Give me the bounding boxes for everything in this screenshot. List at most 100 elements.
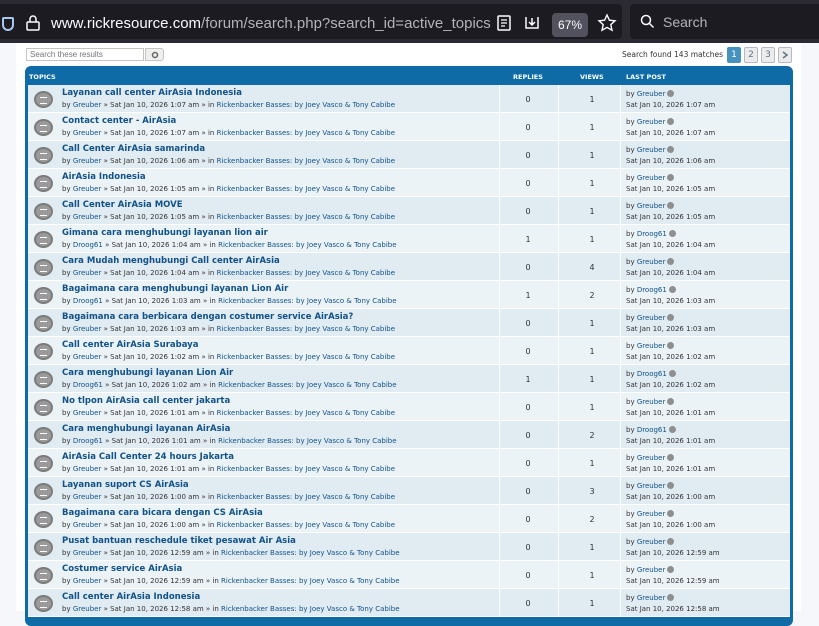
last-post-author-link[interactable]: Droog61 — [637, 370, 667, 378]
last-post-author-link[interactable]: Greuber — [637, 454, 666, 462]
save-to-pocket-icon[interactable] — [522, 13, 542, 33]
goto-last-post-icon[interactable] — [667, 566, 675, 573]
topic-title-link[interactable]: Bagaimana cara bicara dengan CS AirAsia — [62, 508, 263, 518]
topic-author-link[interactable]: Greuber — [73, 493, 102, 501]
last-post-author-link[interactable]: Greuber — [637, 174, 666, 182]
last-post-author-link[interactable]: Greuber — [637, 398, 666, 406]
last-post-author-link[interactable]: Greuber — [637, 146, 666, 154]
topic-author-link[interactable]: Greuber — [73, 129, 102, 137]
page-2-button[interactable]: 2 — [744, 47, 758, 63]
goto-last-post-icon[interactable] — [668, 230, 676, 237]
topic-author-link[interactable]: Greuber — [73, 101, 102, 109]
last-post-author-link[interactable]: Greuber — [637, 314, 666, 322]
topic-title-link[interactable]: Call Center AirAsia MOVE — [62, 200, 183, 210]
search-settings-button[interactable] — [145, 48, 164, 61]
topic-forum-link[interactable]: Rickenbacker Basses: by Joey Vasco & Ton… — [221, 549, 399, 557]
topic-forum-link[interactable]: Rickenbacker Basses: by Joey Vasco & Ton… — [217, 493, 395, 501]
goto-last-post-icon[interactable] — [668, 426, 676, 433]
last-post-author-link[interactable]: Greuber — [637, 482, 666, 490]
topic-forum-link[interactable]: Rickenbacker Basses: by Joey Vasco & Ton… — [217, 353, 395, 361]
topic-title-link[interactable]: AirAsia Call Center 24 hours Jakarta — [62, 452, 234, 462]
topic-title-link[interactable]: Call center AirAsia Indonesia — [62, 592, 200, 602]
topic-author-link[interactable]: Greuber — [73, 353, 102, 361]
topic-author-link[interactable]: Greuber — [73, 213, 102, 221]
goto-last-post-icon[interactable] — [667, 146, 675, 153]
topic-title-link[interactable]: Pusat bantuan reschedule tiket pesawat A… — [62, 536, 296, 546]
topic-title-link[interactable]: Costumer service AirAsia — [62, 564, 182, 574]
topic-forum-link[interactable]: Rickenbacker Basses: by Joey Vasco & Ton… — [221, 577, 399, 585]
topic-author-link[interactable]: Greuber — [73, 157, 102, 165]
goto-last-post-icon[interactable] — [667, 398, 675, 405]
topic-forum-link[interactable]: Rickenbacker Basses: by Joey Vasco & Ton… — [218, 381, 396, 389]
topic-title-link[interactable]: No tlpon AirAsia call center jakarta — [62, 396, 230, 406]
topic-forum-link[interactable]: Rickenbacker Basses: by Joey Vasco & Ton… — [218, 437, 396, 445]
last-post-author-link[interactable]: Greuber — [637, 538, 666, 546]
topic-forum-link[interactable]: Rickenbacker Basses: by Joey Vasco & Ton… — [221, 605, 399, 613]
topic-title-link[interactable]: Layanan suport CS AirAsia — [62, 480, 189, 490]
zoom-level[interactable]: 67% — [552, 13, 588, 37]
topic-title-link[interactable]: Contact center - AirAsia — [62, 116, 176, 126]
topic-forum-link[interactable]: Rickenbacker Basses: by Joey Vasco & Ton… — [217, 269, 395, 277]
topic-forum-link[interactable]: Rickenbacker Basses: by Joey Vasco & Ton… — [217, 129, 395, 137]
goto-last-post-icon[interactable] — [668, 286, 676, 293]
topic-author-link[interactable]: Greuber — [73, 577, 102, 585]
goto-last-post-icon[interactable] — [667, 594, 675, 601]
last-post-author-link[interactable]: Greuber — [637, 510, 666, 518]
goto-last-post-icon[interactable] — [667, 482, 675, 489]
topic-forum-link[interactable]: Rickenbacker Basses: by Joey Vasco & Ton… — [217, 409, 395, 417]
topic-forum-link[interactable]: Rickenbacker Basses: by Joey Vasco & Ton… — [217, 157, 395, 165]
goto-last-post-icon[interactable] — [667, 90, 675, 97]
goto-last-post-icon[interactable] — [667, 538, 675, 545]
browser-search-bar[interactable]: Search — [630, 4, 819, 39]
topic-author-link[interactable]: Droog61 — [73, 297, 103, 305]
topic-title-link[interactable]: Cara menghubungi layanan AirAsia — [62, 424, 230, 434]
next-page-button[interactable] — [778, 47, 792, 63]
last-post-author-link[interactable]: Droog61 — [637, 286, 667, 294]
topic-forum-link[interactable]: Rickenbacker Basses: by Joey Vasco & Ton… — [217, 213, 395, 221]
last-post-author-link[interactable]: Greuber — [637, 118, 666, 126]
goto-last-post-icon[interactable] — [667, 118, 675, 125]
last-post-author-link[interactable]: Droog61 — [637, 426, 667, 434]
goto-last-post-icon[interactable] — [667, 202, 675, 209]
search-results-input[interactable] — [26, 48, 144, 61]
shield-icon[interactable] — [2, 17, 14, 31]
topic-forum-link[interactable]: Rickenbacker Basses: by Joey Vasco & Ton… — [217, 521, 395, 529]
goto-last-post-icon[interactable] — [667, 454, 675, 461]
last-post-author-link[interactable]: Greuber — [637, 90, 666, 98]
goto-last-post-icon[interactable] — [667, 258, 675, 265]
goto-last-post-icon[interactable] — [667, 314, 675, 321]
goto-last-post-icon[interactable] — [667, 510, 675, 517]
last-post-author-link[interactable]: Greuber — [637, 202, 666, 210]
topic-author-link[interactable]: Greuber — [73, 325, 102, 333]
reader-view-icon[interactable] — [494, 13, 514, 33]
topic-title-link[interactable]: AirAsia Indonesia — [62, 172, 146, 182]
topic-author-link[interactable]: Greuber — [73, 465, 102, 473]
topic-forum-link[interactable]: Rickenbacker Basses: by Joey Vasco & Ton… — [217, 101, 395, 109]
topic-title-link[interactable]: Bagaimana cara menghubungi layanan Lion … — [62, 284, 288, 294]
goto-last-post-icon[interactable] — [667, 174, 675, 181]
lock-icon[interactable] — [26, 15, 40, 31]
last-post-author-link[interactable]: Droog61 — [637, 230, 667, 238]
topic-author-link[interactable]: Greuber — [73, 521, 102, 529]
goto-last-post-icon[interactable] — [667, 342, 675, 349]
topic-title-link[interactable]: Gimana cara menghubungi layanan lion air — [62, 228, 268, 238]
topic-title-link[interactable]: Layanan call center AirAsia Indonesia — [62, 88, 242, 98]
address-bar[interactable]: www.rickresource.com/forum/search.php?se… — [0, 4, 622, 39]
last-post-author-link[interactable]: Greuber — [637, 342, 666, 350]
topic-author-link[interactable]: Greuber — [73, 549, 102, 557]
topic-title-link[interactable]: Cara menghubungi layanan Lion Air — [62, 368, 233, 378]
last-post-author-link[interactable]: Greuber — [637, 566, 666, 574]
topic-author-link[interactable]: Greuber — [73, 269, 102, 277]
topic-title-link[interactable]: Bagaimana cara berbicara dengan costumer… — [62, 312, 353, 322]
last-post-author-link[interactable]: Greuber — [637, 594, 666, 602]
topic-forum-link[interactable]: Rickenbacker Basses: by Joey Vasco & Ton… — [217, 185, 395, 193]
goto-last-post-icon[interactable] — [668, 370, 676, 377]
topic-author-link[interactable]: Droog61 — [73, 437, 103, 445]
topic-author-link[interactable]: Greuber — [73, 185, 102, 193]
bookmark-star-icon[interactable] — [597, 13, 617, 33]
topic-author-link[interactable]: Droog61 — [73, 241, 103, 249]
last-post-author-link[interactable]: Greuber — [637, 258, 666, 266]
topic-title-link[interactable]: Call Center AirAsia samarinda — [62, 144, 205, 154]
topic-forum-link[interactable]: Rickenbacker Basses: by Joey Vasco & Ton… — [217, 465, 395, 473]
topic-forum-link[interactable]: Rickenbacker Basses: by Joey Vasco & Ton… — [218, 241, 396, 249]
